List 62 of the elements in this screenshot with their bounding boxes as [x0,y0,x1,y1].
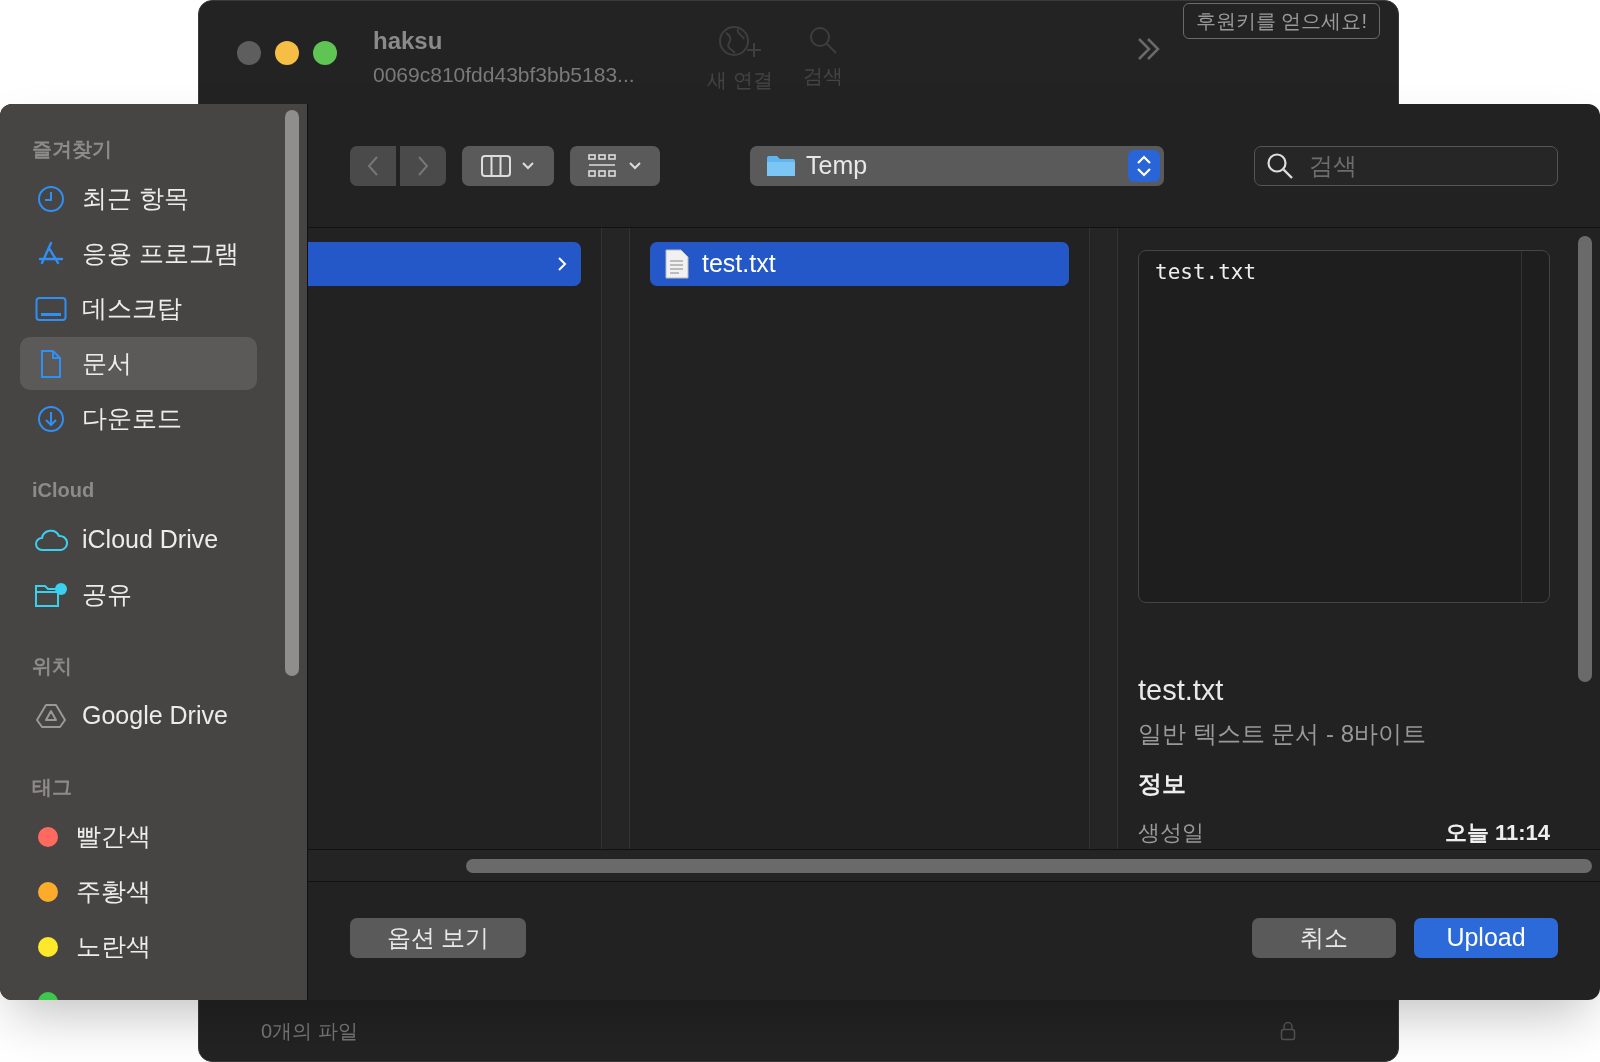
text-file-icon [664,249,690,279]
globe-plus-icon [717,25,762,59]
search-field[interactable]: 검색 [1254,145,1558,186]
folder-person-icon [34,580,68,609]
caret-icon [628,160,642,171]
window-title: haksu [373,26,444,56]
grid-icon [588,153,616,178]
preview-text: test.txt [1154,259,1258,286]
file-row[interactable]: test.txt [650,242,1069,286]
close-button[interactable] [237,41,261,65]
caret-icon [521,160,535,171]
cloud-icon [34,527,68,552]
forward-chevron-icon [416,154,430,177]
info-value: 오늘 11:14 [1444,819,1550,847]
back-button[interactable] [350,145,396,186]
lock-icon [1280,1020,1296,1041]
group-button[interactable] [570,145,660,186]
search-icon [807,25,838,55]
section-heading: 태그 [31,775,73,800]
options-button[interactable]: 옵션 보기 [350,918,526,958]
scrollbar-thumb[interactable] [466,858,1592,873]
triangle-drive-icon [36,702,66,729]
sidebar-item[interactable]: iCloud Drive [20,513,257,566]
file-description: 일반 텍스트 문서 - 8바이트 [1138,719,1427,749]
section-heading: iCloud [31,478,96,503]
sidebar-item[interactable]: 최근 항목 [20,172,257,225]
columns-icon [481,154,511,177]
download-icon [37,404,65,433]
scrollbar-thumb[interactable] [285,110,299,676]
search-icon [1266,151,1294,180]
zoom-button[interactable] [313,41,337,65]
minimize-button[interactable] [275,41,299,65]
sidebar-item[interactable]: 노란색 [20,920,257,973]
stepper-icon [1128,149,1160,182]
sidebar-item[interactable]: Google Drive [20,689,257,742]
forward-button[interactable] [400,145,446,186]
info-label: 생성일 [1138,819,1204,847]
cancel-button[interactable]: 취소 [1252,918,1396,958]
back-chevron-icon [366,154,380,177]
sidebar-item[interactable]: 문서 [20,337,257,390]
display-icon [35,295,67,322]
sidebar-item[interactable]: 데스크탑 [20,282,257,335]
location-popup[interactable]: Temp [750,145,1164,186]
sidebar-item[interactable]: 빨간색 [20,810,257,863]
scrollbar-thumb[interactable] [1578,236,1592,682]
sidebar-item[interactable]: 주황색 [20,865,257,918]
section-heading: 즐겨찾기 [31,137,113,162]
sidebar-item[interactable]: 다운로드 [20,392,257,445]
sponsor-button[interactable]: 후원키를 얻으세요! [1182,3,1380,39]
window-subtitle: 0069c810fdd43bf3bb5183... [373,62,636,88]
upload-button[interactable]: Upload [1414,918,1558,958]
view-mode-button[interactable] [462,145,554,186]
chevron-icon [557,256,567,272]
folder-icon [766,153,796,178]
clock-icon [37,184,65,213]
section-heading: 위치 [31,654,73,679]
sidebar-item[interactable]: 응용 프로그램 [20,227,257,280]
document-icon [39,348,63,379]
status-text: 0개의 파일 [261,1018,358,1044]
file-name: test.txt [1138,672,1225,708]
sidebar-item[interactable]: 공유 [20,568,257,621]
info-heading: 정보 [1138,769,1187,799]
